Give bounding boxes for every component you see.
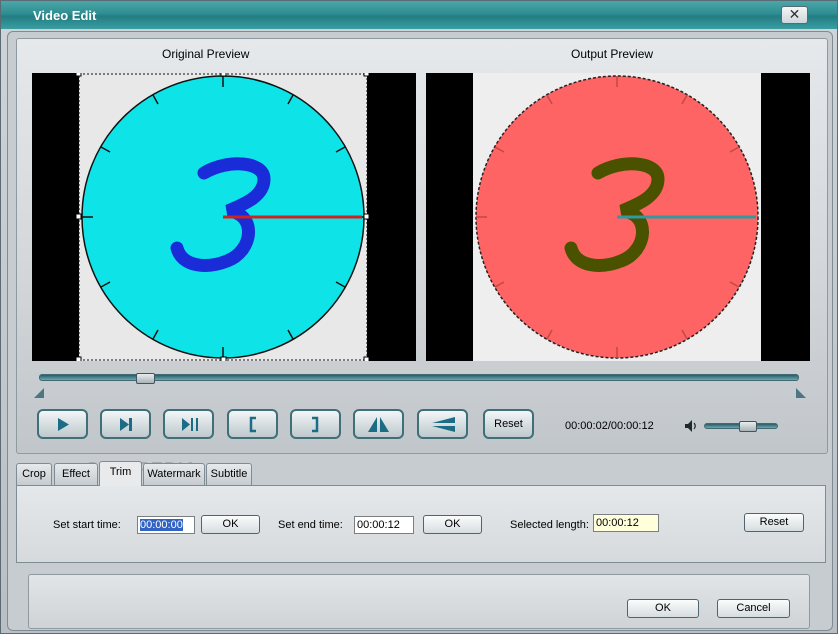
flip-vertical-icon [432,417,455,432]
volume-slider-thumb[interactable] [739,421,758,432]
close-button[interactable]: ✕ [781,6,808,24]
start-time-label: Set start time: [53,519,121,531]
selected-length-label: Selected length: [510,519,589,531]
original-preview-label: Original Preview [162,47,250,61]
output-preview-label: Output Preview [571,47,654,61]
end-time-ok-button[interactable]: OK [423,515,482,534]
time-readout: 00:00:02/00:00:12 [565,420,654,432]
play-icon [58,418,69,431]
cancel-button[interactable]: Cancel [717,599,790,618]
play-button[interactable] [37,409,88,439]
start-time-ok-button[interactable]: OK [201,515,260,534]
tab-trim[interactable]: Trim [99,461,142,486]
play-selection-button[interactable] [163,409,214,439]
start-time-input[interactable]: 00:00:00 [137,516,195,534]
reset-preview-button[interactable]: Reset [483,409,534,439]
end-time-input[interactable]: 00:00:12 [354,516,414,534]
trim-panel: Set start time: 00:00:00 OK Set end time… [16,485,826,563]
tab-effect[interactable]: Effect [54,463,98,485]
set-start-button[interactable] [227,409,278,439]
tab-watermark[interactable]: Watermark [143,463,205,485]
preview-panel: Original Preview Output Preview [16,38,828,454]
reset-trim-button[interactable]: Reset [744,513,804,532]
selected-length-value: 00:00:12 [593,514,659,532]
play-segment-icon [182,418,198,431]
set-end-button[interactable] [290,409,341,439]
bracket-right-icon [312,416,319,433]
end-time-label: Set end time: [278,519,343,531]
tab-subtitle[interactable]: Subtitle [206,463,252,485]
output-preview-video [426,73,810,361]
output-clock-frame [473,73,761,361]
flip-horizontal-button[interactable] [353,409,404,439]
trim-start-marker[interactable] [34,388,44,398]
speaker-icon[interactable] [684,419,698,436]
flip-horizontal-icon [368,417,389,432]
flip-vertical-button[interactable] [417,409,468,439]
ok-button[interactable]: OK [627,599,699,618]
bracket-left-icon [249,416,256,433]
dialog-footer: OK Cancel [28,574,810,629]
original-preview-video[interactable] [32,73,416,361]
title-bar[interactable]: Video Edit ✕ [1,1,837,29]
seek-bar-thumb[interactable] [135,373,155,384]
tab-crop[interactable]: Crop [16,463,52,485]
window-title: Video Edit [33,8,97,23]
trim-end-marker[interactable] [796,388,806,398]
video-edit-window: Video Edit ✕ Original Preview Output Pre… [0,0,838,634]
original-clock-frame [75,73,370,361]
next-frame-button[interactable] [100,409,151,439]
step-forward-icon [120,418,132,431]
